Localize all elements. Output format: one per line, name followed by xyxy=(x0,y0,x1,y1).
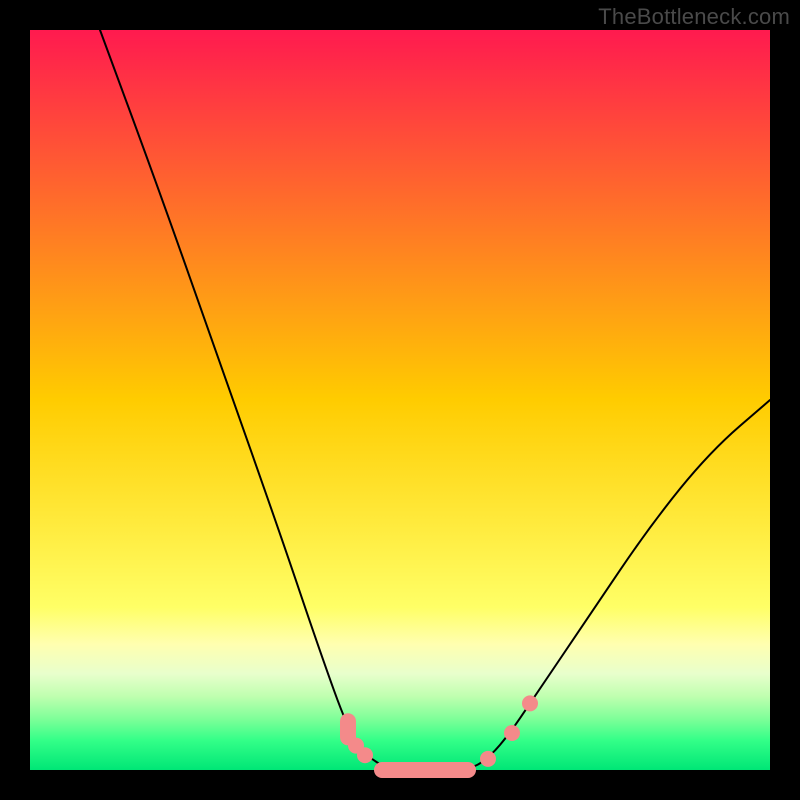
marker-dot xyxy=(504,725,520,741)
marker-pill xyxy=(374,762,476,778)
bottleneck-chart xyxy=(0,0,800,800)
marker-dot xyxy=(357,747,373,763)
marker-dot xyxy=(480,751,496,767)
marker-dot xyxy=(522,695,538,711)
chart-frame: { "watermark": "TheBottleneck.com", "cha… xyxy=(0,0,800,800)
watermark-text: TheBottleneck.com xyxy=(598,4,790,30)
